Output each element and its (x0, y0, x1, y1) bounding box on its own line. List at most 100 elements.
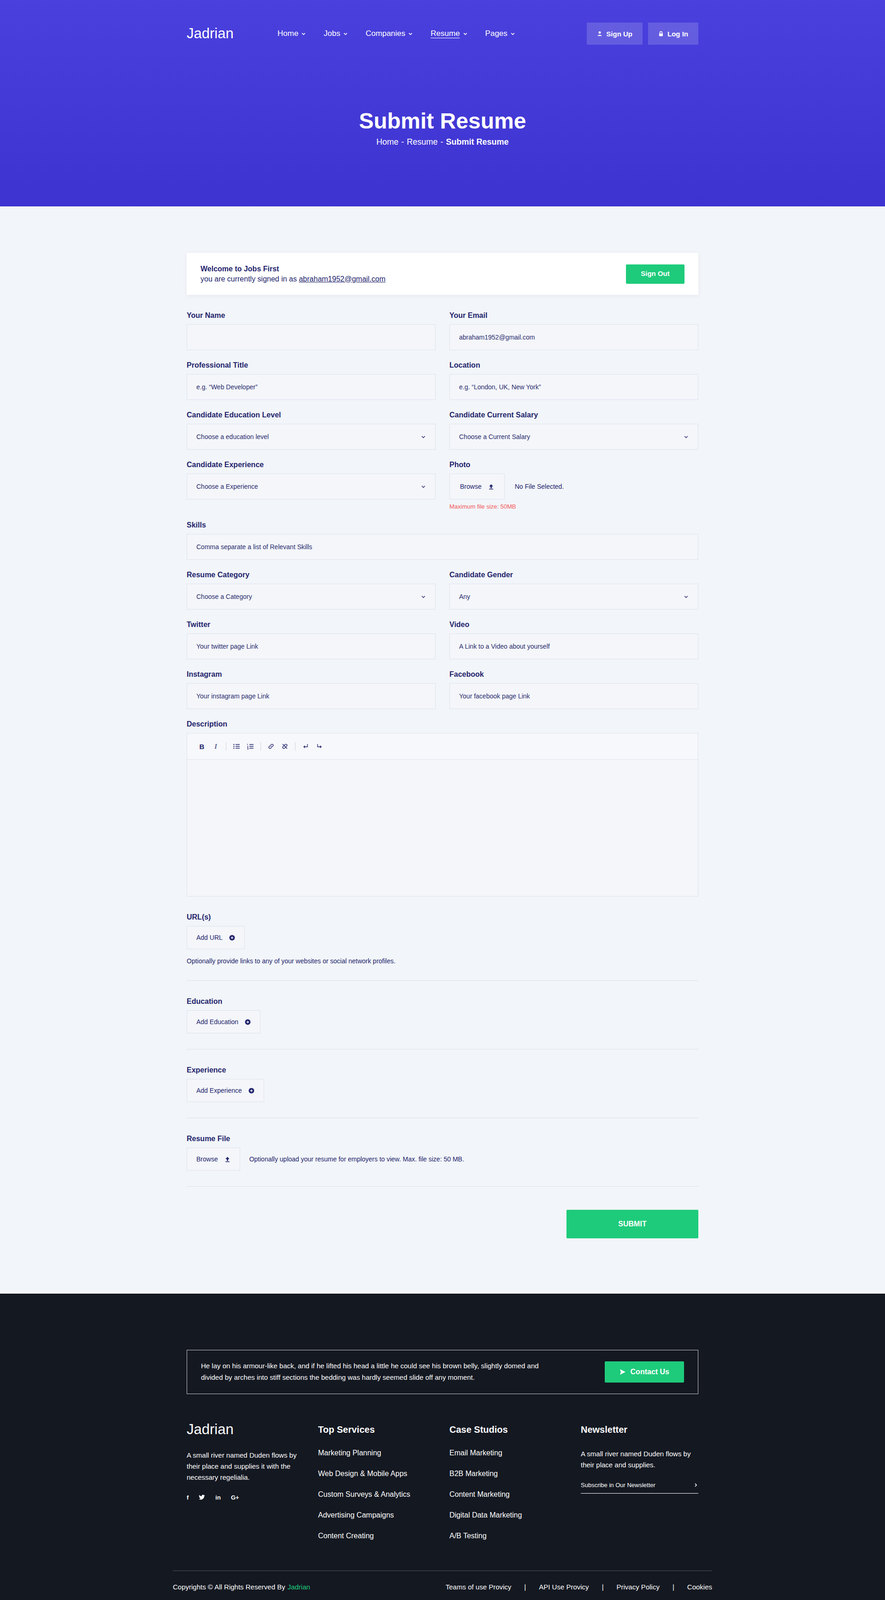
text-input[interactable]: e.g. “London, UK, New York” (449, 374, 699, 401)
footer-column-title: Newsletter (580, 1421, 699, 1440)
twitter-icon[interactable] (198, 1495, 206, 1501)
copyright-brand[interactable]: Jadrian (287, 1583, 311, 1592)
footer-link[interactable]: Content Creating (318, 1532, 436, 1542)
breadcrumb-separator: - (401, 137, 404, 148)
toolbar-separator (225, 742, 227, 751)
footer-bottom-bar: Copyrights © All Rights Reserved ByJadri… (172, 1571, 713, 1600)
form-section: EducationAdd Education (186, 981, 699, 1051)
form-field: Candidate Experience Choose a Experience (186, 460, 436, 511)
text-input[interactable]: Your twitter page Link (186, 633, 436, 660)
form-section: Resume FileBrowseOptionally upload your … (186, 1118, 699, 1188)
footer-link[interactable]: Content Marketing (449, 1490, 567, 1500)
undo-icon[interactable] (301, 743, 310, 751)
file-status: No File Selected. (514, 483, 565, 491)
nav-item[interactable]: Resume (430, 29, 468, 39)
form-field: Candidate Education LevelChoose a educat… (186, 410, 436, 450)
footer-logo[interactable]: Jadrian (186, 1421, 305, 1439)
section-button[interactable]: Add URL (186, 926, 245, 950)
field-label: Skills (186, 520, 699, 531)
text-input[interactable]: e.g. “Web Developer” (186, 374, 436, 401)
bold-button[interactable]: B (198, 743, 206, 751)
form-field: Instagram Your instagram page Link (186, 669, 436, 710)
form-field: Your Email abraham1952@gmail.com (449, 310, 699, 351)
unlink-icon[interactable] (281, 743, 289, 751)
legal-link[interactable]: Cookies (687, 1583, 713, 1592)
footer-link[interactable]: Advertising Campaigns (318, 1511, 436, 1521)
footer-link[interactable]: A/B Testing (449, 1532, 567, 1542)
legal-link[interactable]: API Use Provicy (538, 1583, 589, 1592)
legal-link[interactable]: Teams of use Provicy (445, 1583, 512, 1592)
top-nav: JadrianHome Jobs Companies Resume Pages Sign … (186, 22, 699, 45)
italic-button[interactable]: I (212, 743, 220, 751)
field-label: Candidate Current Salary (449, 410, 699, 421)
nav-item[interactable]: Pages (485, 29, 516, 39)
welcome-card: Welcome to Jobs Firstyou are currently s… (186, 253, 699, 295)
editor-body[interactable] (187, 760, 698, 897)
contact-button[interactable]: Contact Us (604, 1362, 685, 1384)
text-input[interactable]: Comma separate a list of Relevant Skills (186, 534, 699, 561)
footer-link[interactable]: Digital Data Marketing (449, 1511, 567, 1521)
chevron-right-icon[interactable] (693, 1483, 699, 1489)
chevron-down-icon (300, 31, 307, 37)
field-label: Your Email (449, 310, 699, 321)
newsletter-input[interactable]: Subscribe in Our Newsletter (580, 1482, 699, 1495)
select-input[interactable]: Choose a Category (186, 584, 436, 610)
text-input[interactable] (186, 324, 436, 351)
breadcrumb: Home-Resume-Submit Resume (0, 137, 885, 148)
auth-button[interactable]: Sign Up (586, 22, 643, 45)
field-label: Instagram (186, 669, 436, 680)
main-content: Welcome to Jobs Firstyou are currently s… (0, 206, 885, 1295)
redo-icon[interactable] (315, 743, 324, 751)
breadcrumb-item[interactable]: Resume (406, 137, 438, 148)
section-button[interactable]: Add Experience (186, 1079, 265, 1103)
select-input[interactable]: Choose a Experience (186, 473, 436, 500)
link-icon[interactable] (267, 743, 275, 751)
breadcrumb-item[interactable]: Home (376, 137, 399, 148)
field-label: Twitter (186, 619, 436, 631)
text-input[interactable]: Your facebook page Link (449, 683, 699, 710)
user-icon (596, 30, 603, 37)
nav-item[interactable]: Home (277, 29, 307, 39)
hero-header: JadrianHomeJobsCompaniesResumePagesSign … (0, 0, 885, 207)
text-input[interactable]: A Link to a Video about yourself (449, 633, 699, 660)
section-button[interactable]: Add Education (186, 1010, 261, 1034)
section-button[interactable]: Browse (186, 1148, 241, 1172)
social-link[interactable]: in (215, 1494, 221, 1502)
field-label: Candidate Experience (186, 460, 436, 471)
text-input[interactable]: abraham1952@gmail.com (449, 324, 699, 351)
welcome-title: Welcome to Jobs First (200, 264, 386, 275)
footer-link[interactable]: B2B Marketing (449, 1469, 567, 1480)
logo[interactable]: Jadrian (186, 25, 278, 42)
nav-item[interactable]: Jobs (323, 29, 349, 39)
social-link[interactable]: G+ (230, 1494, 240, 1502)
chevron-down-icon (407, 31, 413, 37)
bullet-list-icon[interactable] (232, 743, 241, 751)
field-label: Candidate Gender (449, 570, 699, 581)
chevron-down-icon (420, 594, 426, 600)
newsletter-text: A small river named Duden flows by their… (580, 1449, 699, 1472)
footer-link[interactable]: Email Marketing (449, 1449, 567, 1459)
description-field: DescriptionBI (186, 719, 699, 897)
copyright: Copyrights © All Rights Reserved ByJadri… (172, 1583, 311, 1592)
social-link[interactable]: f (186, 1494, 189, 1502)
auth-button[interactable]: Log In (648, 22, 699, 45)
browse-button[interactable]: Browse (449, 473, 505, 500)
footer-column-title: Case Studios (449, 1421, 567, 1440)
submit-button[interactable]: SUBMIT (566, 1210, 699, 1239)
footer-link[interactable]: Web Design & Mobile Apps (318, 1469, 436, 1480)
select-input[interactable]: Any (449, 584, 699, 610)
select-input[interactable]: Choose a education level (186, 424, 436, 450)
numbered-list-icon[interactable] (246, 743, 254, 751)
nav-item[interactable]: Companies (365, 29, 413, 39)
nav-menu: Home Jobs Companies Resume Pages (277, 29, 587, 39)
form-field: Candidate Gender Any (449, 570, 699, 610)
legal-link[interactable]: Privacy Policy (616, 1583, 660, 1592)
select-input[interactable]: Choose a Current Salary (449, 424, 699, 450)
email-link[interactable]: abraham1952@gmail.com (298, 275, 386, 284)
footer-brand-column: JadrianA small river named Duden flows b… (186, 1421, 305, 1553)
footer-link[interactable]: Custom Surveys & Analytics (318, 1490, 436, 1500)
sign-out-button[interactable]: Sign Out (625, 264, 685, 284)
footer-link[interactable]: Marketing Planning (318, 1449, 436, 1459)
section-label: Experience (186, 1065, 699, 1076)
text-input[interactable]: Your instagram page Link (186, 683, 436, 710)
